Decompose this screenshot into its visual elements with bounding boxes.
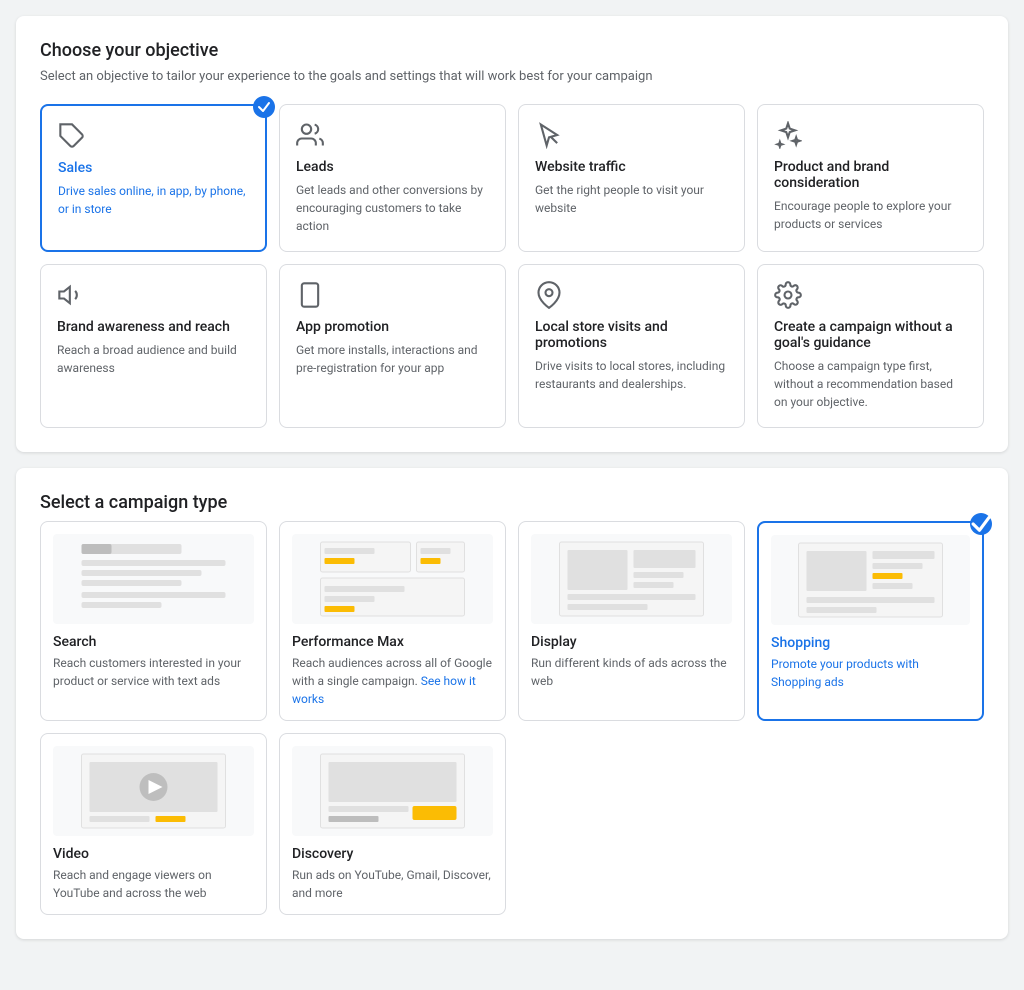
objective-title-no-goal: Create a campaign without a goal's guida… xyxy=(774,319,967,351)
tag-icon xyxy=(58,122,86,150)
people-icon xyxy=(296,121,324,149)
objective-card-leads[interactable]: Leads Get leads and other conversions by… xyxy=(279,104,506,252)
objective-title-website-traffic: Website traffic xyxy=(535,159,728,175)
campaign-type-card-search[interactable]: Search Reach customers interested in you… xyxy=(40,521,267,721)
shopping-selected-check-icon xyxy=(970,513,992,535)
objective-desc-app-promotion: Get more installs, interactions and pre-… xyxy=(296,341,489,377)
campaign-title-shopping: Shopping xyxy=(771,635,970,651)
campaign-desc-performance-max: Reach audiences across all of Google wit… xyxy=(292,654,493,708)
objective-title-leads: Leads xyxy=(296,159,489,175)
see-how-it-works-link[interactable]: See how it works xyxy=(292,674,476,706)
sparkle-icon xyxy=(774,121,802,149)
objective-title-app-promotion: App promotion xyxy=(296,319,489,335)
objective-card-brand-awareness[interactable]: Brand awareness and reach Reach a broad … xyxy=(40,264,267,428)
objective-desc-local-store: Drive visits to local stores, including … xyxy=(535,357,728,393)
gear-icon xyxy=(774,281,802,309)
objective-desc-website-traffic: Get the right people to visit your websi… xyxy=(535,181,728,217)
discovery-thumb xyxy=(292,746,493,836)
campaign-title-search: Search xyxy=(53,634,254,650)
map-pin-icon xyxy=(535,281,563,309)
objective-title-sales: Sales xyxy=(58,160,249,176)
campaign-desc-discovery: Run ads on YouTube, Gmail, Discover, and… xyxy=(292,866,493,902)
campaign-type-grid-row2: Video Reach and engage viewers on YouTub… xyxy=(40,733,984,915)
objective-desc-product-brand: Encourage people to explore your product… xyxy=(774,197,967,233)
selected-check-icon xyxy=(253,96,275,118)
objective-title-product-brand: Product and brand consideration xyxy=(774,159,967,191)
campaign-type-title: Select a campaign type xyxy=(40,492,984,513)
campaign-type-card-discovery[interactable]: Discovery Run ads on YouTube, Gmail, Dis… xyxy=(279,733,506,915)
search-thumb xyxy=(53,534,254,624)
campaign-type-card-performance-max[interactable]: Performance Max Reach audiences across a… xyxy=(279,521,506,721)
objective-subtitle: Select an objective to tailor your exper… xyxy=(40,69,984,84)
phone-icon xyxy=(296,281,324,309)
campaign-type-grid-row1: Search Reach customers interested in you… xyxy=(40,521,984,721)
objective-desc-sales: Drive sales online, in app, by phone, or… xyxy=(58,182,249,218)
campaign-type-card-display[interactable]: Display Run different kinds of ads acros… xyxy=(518,521,745,721)
objective-card-website-traffic[interactable]: Website traffic Get the right people to … xyxy=(518,104,745,252)
campaign-title-video: Video xyxy=(53,846,254,862)
performance-max-thumb xyxy=(292,534,493,624)
objective-desc-brand-awareness: Reach a broad audience and build awarene… xyxy=(57,341,250,377)
video-thumb xyxy=(53,746,254,836)
objective-card-local-store[interactable]: Local store visits and promotions Drive … xyxy=(518,264,745,428)
campaign-title-discovery: Discovery xyxy=(292,846,493,862)
objective-title: Choose your objective xyxy=(40,40,984,61)
campaign-desc-video: Reach and engage viewers on YouTube and … xyxy=(53,866,254,902)
campaign-title-display: Display xyxy=(531,634,732,650)
campaign-desc-shopping: Promote your products with Shopping ads xyxy=(771,655,970,691)
objective-card-sales[interactable]: Sales Drive sales online, in app, by pho… xyxy=(40,104,267,252)
objective-title-brand-awareness: Brand awareness and reach xyxy=(57,319,250,335)
cursor-icon xyxy=(535,121,563,149)
objective-grid-row2: Brand awareness and reach Reach a broad … xyxy=(40,264,984,428)
objective-title-local-store: Local store visits and promotions xyxy=(535,319,728,351)
objective-card-no-goal[interactable]: Create a campaign without a goal's guida… xyxy=(757,264,984,428)
volume-icon xyxy=(57,281,85,309)
objective-section: Choose your objective Select an objectiv… xyxy=(16,16,1008,452)
display-thumb xyxy=(531,534,732,624)
objective-card-product-brand[interactable]: Product and brand consideration Encourag… xyxy=(757,104,984,252)
campaign-type-card-shopping[interactable]: Shopping Promote your products with Shop… xyxy=(757,521,984,721)
campaign-type-card-video[interactable]: Video Reach and engage viewers on YouTub… xyxy=(40,733,267,915)
objective-grid-row1: Sales Drive sales online, in app, by pho… xyxy=(40,104,984,252)
campaign-type-section: Select a campaign type Search Reach cust… xyxy=(16,468,1008,939)
objective-card-app-promotion[interactable]: App promotion Get more installs, interac… xyxy=(279,264,506,428)
campaign-desc-search: Reach customers interested in your produ… xyxy=(53,654,254,690)
shopping-thumb xyxy=(771,535,970,625)
campaign-desc-display: Run different kinds of ads across the we… xyxy=(531,654,732,690)
campaign-title-performance-max: Performance Max xyxy=(292,634,493,650)
objective-desc-leads: Get leads and other conversions by encou… xyxy=(296,181,489,235)
objective-desc-no-goal: Choose a campaign type first, without a … xyxy=(774,357,967,411)
